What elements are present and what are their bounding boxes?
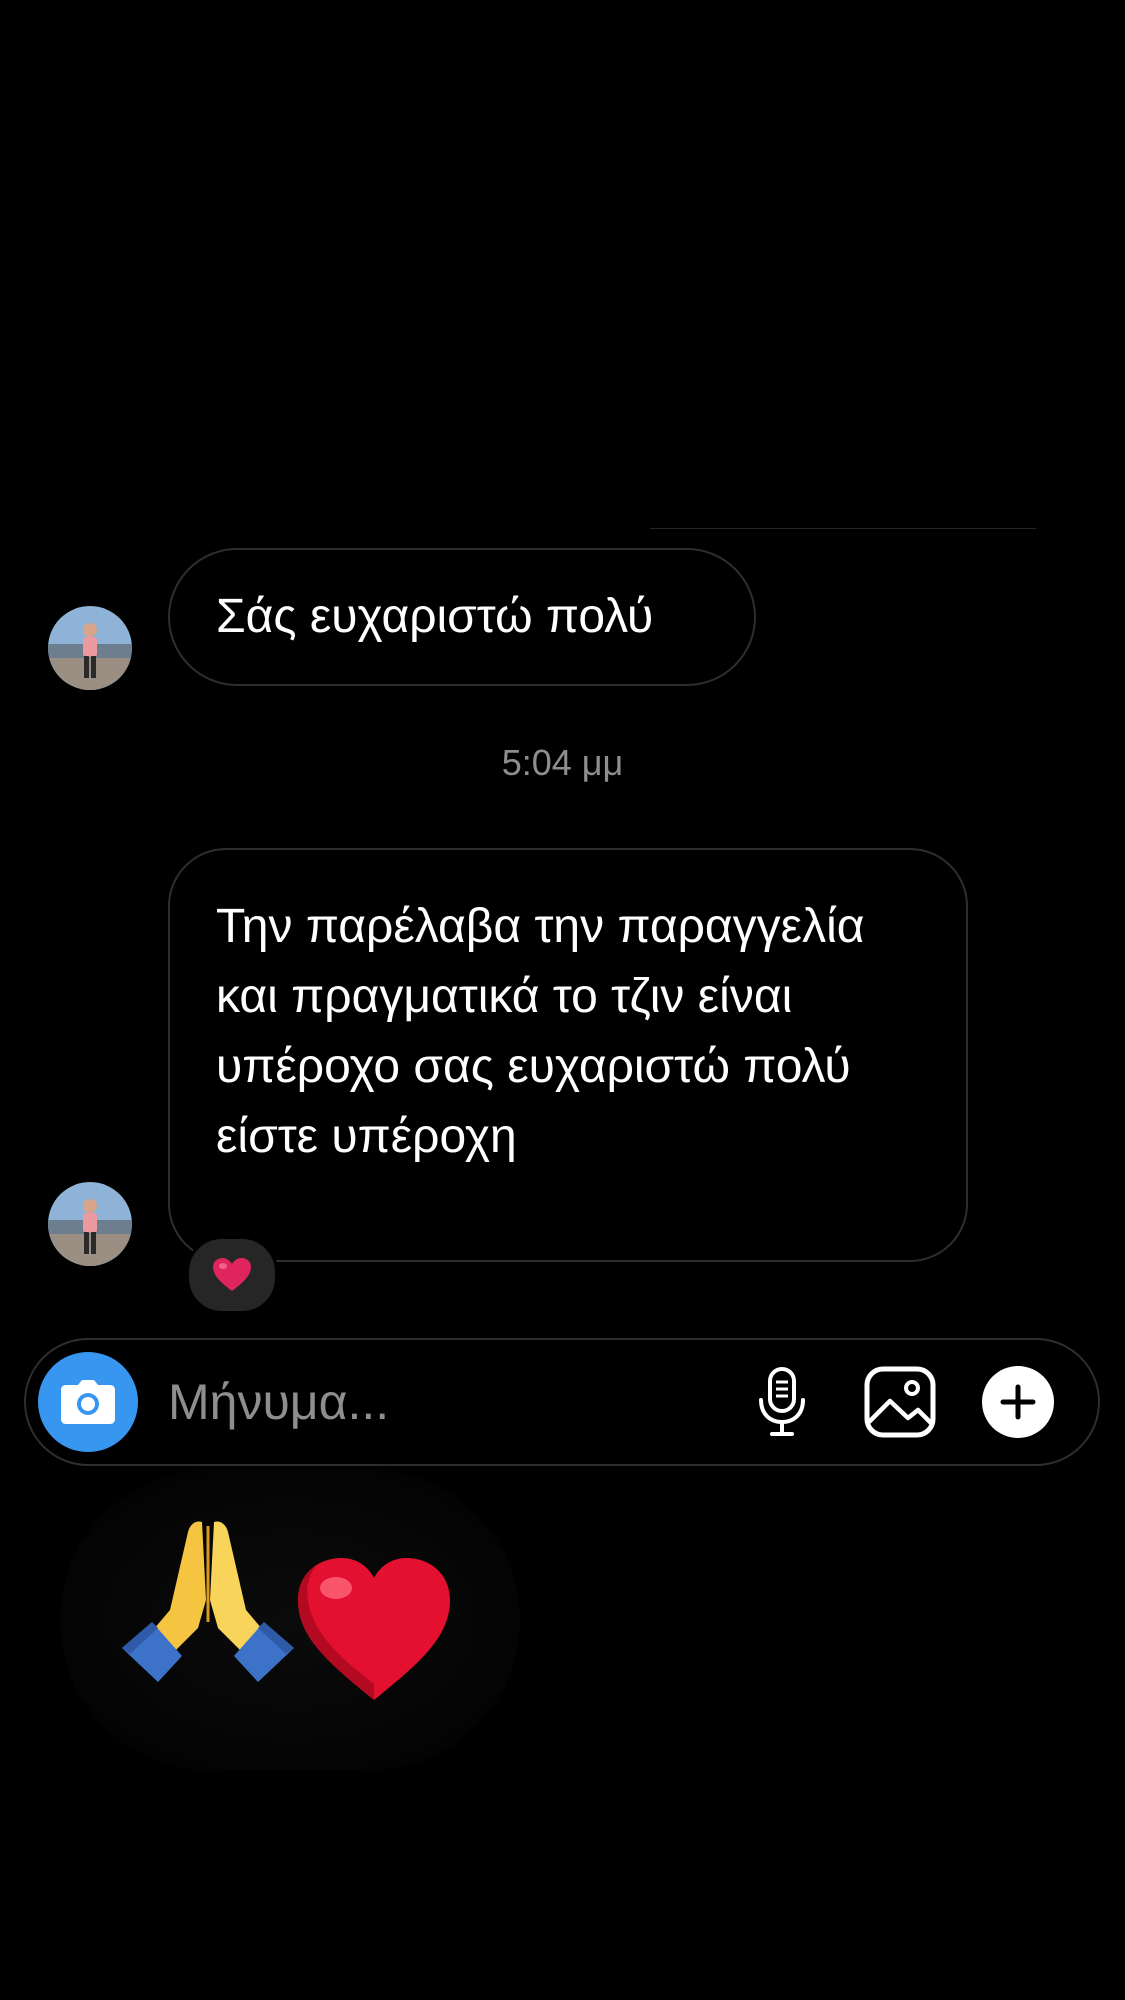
message-composer — [24, 1338, 1100, 1466]
gallery-icon — [864, 1366, 936, 1438]
quick-reactions-bar — [60, 1470, 520, 1770]
message-text: Σάς ευχαριστώ πολύ — [216, 590, 654, 643]
avatar-photo — [48, 606, 132, 690]
conversation-divider — [650, 528, 1036, 529]
message-input[interactable] — [168, 1362, 728, 1442]
message-bubble[interactable]: Την παρέλαβα την παραγγελία και πραγματι… — [168, 848, 968, 1262]
message-text: Την παρέλαβα την παραγγελία και πραγματι… — [216, 900, 865, 1163]
message-timestamp: 5:04 μμ — [501, 742, 624, 783]
camera-button[interactable] — [38, 1352, 138, 1452]
message-reaction[interactable] — [186, 1236, 278, 1314]
folded-hands-emoji[interactable] — [118, 1510, 298, 1705]
folded-hands-icon — [122, 1521, 294, 1682]
camera-icon — [61, 1380, 115, 1424]
voice-message-button[interactable] — [744, 1364, 820, 1440]
contact-avatar[interactable] — [48, 1182, 132, 1266]
plus-icon — [982, 1366, 1054, 1438]
message-bubble[interactable]: Σάς ευχαριστώ πολύ — [168, 548, 756, 686]
microphone-icon — [759, 1367, 805, 1436]
more-options-button[interactable] — [980, 1364, 1056, 1440]
contact-avatar[interactable] — [48, 606, 132, 690]
avatar-photo — [48, 1182, 132, 1266]
red-heart-emoji[interactable] — [294, 1554, 454, 1709]
gallery-button[interactable] — [862, 1364, 938, 1440]
heart-icon — [213, 1258, 251, 1291]
red-heart-icon — [298, 1558, 450, 1700]
